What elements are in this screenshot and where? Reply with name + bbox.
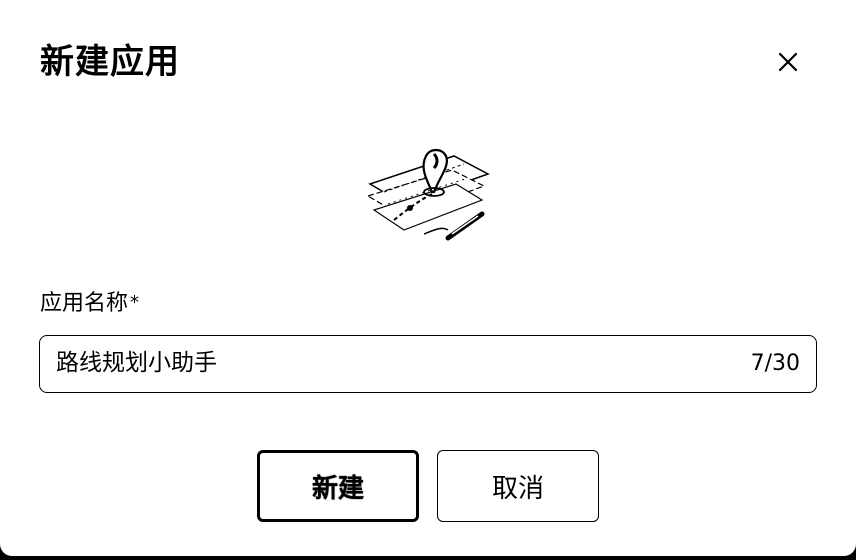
required-mark: *: [130, 292, 140, 313]
cancel-button[interactable]: 取消: [437, 450, 599, 522]
app-name-input[interactable]: [56, 336, 696, 391]
app-name-field[interactable]: 7/30: [39, 335, 817, 393]
create-button[interactable]: 新建: [257, 450, 419, 522]
char-counter: 7/30: [750, 351, 800, 376]
create-button-label: 新建: [311, 473, 364, 504]
dialog-title: 新建应用: [40, 42, 180, 82]
cancel-button-label: 取消: [491, 473, 544, 504]
app-name-label: 应用名称 *: [40, 286, 139, 323]
route-map-illustration: [364, 134, 492, 246]
create-app-dialog: 新建应用 应用名称 * 路线规划小助手 7/30 新建 取消: [0, 0, 856, 556]
app-name-label-text: 应用名称: [40, 291, 129, 316]
close-icon[interactable]: [772, 46, 804, 78]
